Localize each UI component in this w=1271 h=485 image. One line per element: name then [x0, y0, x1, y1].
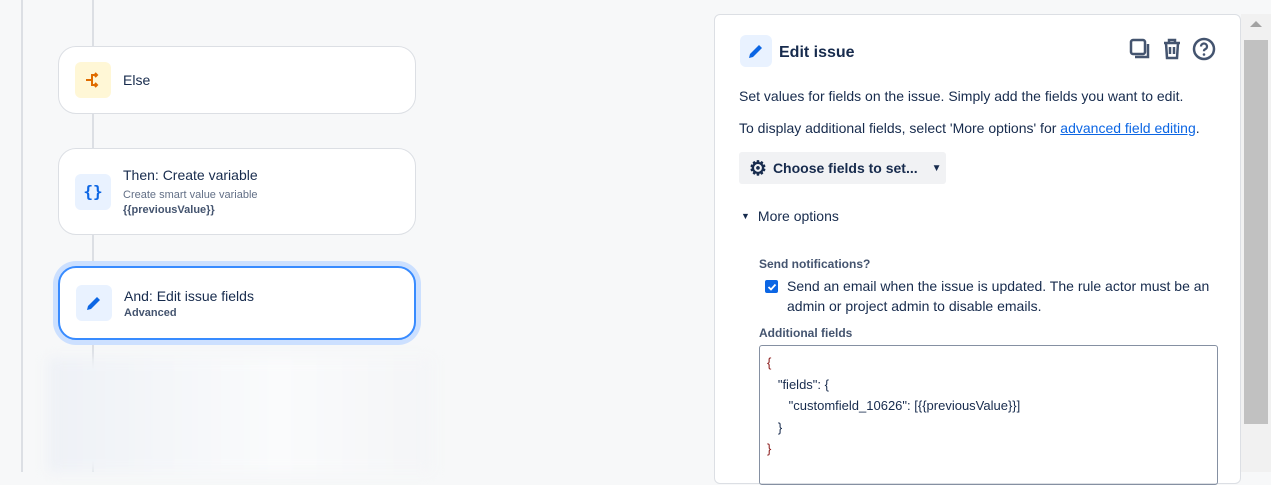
- connector: [92, 0, 94, 46]
- more-info-text: To display additional fields, select 'Mo…: [739, 120, 1200, 136]
- flow-card-else[interactable]: Else: [58, 46, 416, 114]
- edit-issue-panel: Edit issue Set values for fields on the …: [714, 14, 1241, 485]
- scrollbar[interactable]: [1241, 14, 1271, 472]
- chevron-down-icon: ▼: [931, 162, 942, 174]
- pencil-icon: [76, 285, 112, 321]
- panel-title: Edit issue: [779, 44, 855, 61]
- card-title: Else: [123, 72, 151, 88]
- pencil-icon: [740, 35, 772, 67]
- help-icon[interactable]: [1192, 37, 1216, 61]
- choose-fields-button[interactable]: ⚙ Choose fields to set... ▼: [739, 152, 946, 184]
- card-title: And: Edit issue fields: [124, 287, 254, 304]
- advanced-field-editing-link[interactable]: advanced field editing: [1060, 120, 1195, 136]
- connector: [92, 113, 94, 148]
- scrollbar-thumb[interactable]: [1244, 40, 1268, 424]
- card-value: {{previousValue}}: [123, 204, 215, 216]
- card-subtitle: Create smart value variable: [123, 189, 258, 201]
- connector: [92, 234, 94, 266]
- braces-icon: {}: [75, 173, 111, 210]
- blurred-region: [48, 358, 432, 472]
- duplicate-icon[interactable]: [1128, 37, 1152, 61]
- branch-icon: [75, 62, 111, 98]
- additional-fields-input[interactable]: { "fields": { "customfield_10626": [{{pr…: [759, 345, 1218, 485]
- scroll-up-icon[interactable]: [1250, 21, 1262, 27]
- flow-card-create-variable[interactable]: {} Then: Create variable Create smart va…: [58, 148, 416, 235]
- description: Set values for fields on the issue. Simp…: [739, 88, 1184, 104]
- more-options-toggle[interactable]: ▼ More options: [741, 208, 839, 224]
- gear-icon: ⚙: [749, 157, 767, 180]
- card-title: Then: Create variable: [123, 167, 258, 183]
- send-email-checkbox[interactable]: [765, 280, 778, 293]
- send-notifications-label: Send notifications?: [759, 257, 871, 271]
- flow-line: [21, 0, 23, 472]
- chevron-down-icon: ▼: [741, 211, 750, 221]
- flow-card-edit-fields[interactable]: And: Edit issue fields Advanced: [58, 266, 416, 340]
- card-subtitle: Advanced: [124, 306, 177, 319]
- send-email-text: Send an email when the issue is updated.…: [787, 278, 1210, 314]
- additional-fields-label: Additional fields: [759, 326, 853, 340]
- delete-icon[interactable]: [1160, 37, 1184, 61]
